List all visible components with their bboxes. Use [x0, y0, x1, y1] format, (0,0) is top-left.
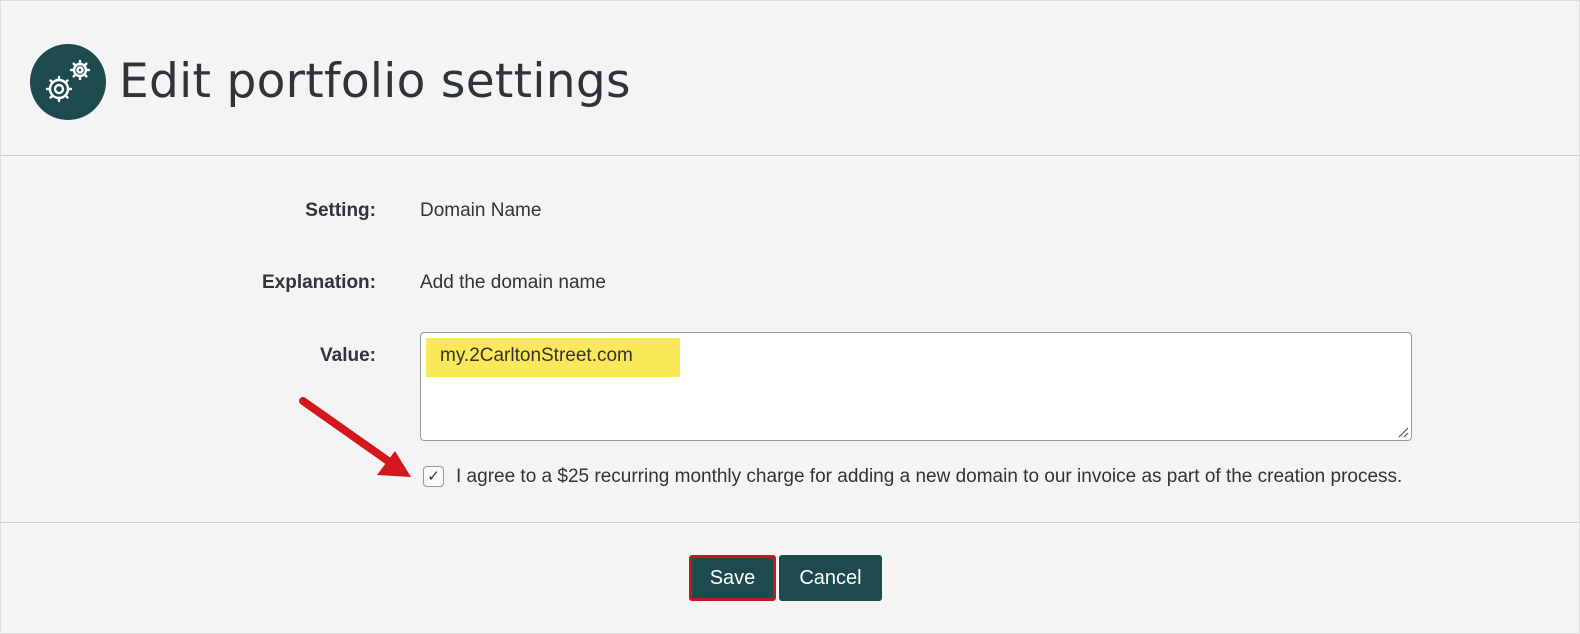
- value-text: my.2CarltonStreet.com: [440, 345, 633, 366]
- setting-value: Domain Name: [420, 200, 542, 221]
- explanation-value: Add the domain name: [420, 272, 606, 293]
- agree-checkbox-label[interactable]: I agree to a $25 recurring monthly charg…: [456, 466, 1402, 488]
- divider: [1, 522, 1579, 523]
- explanation-label: Explanation:: [261, 272, 376, 293]
- resize-handle-icon[interactable]: [1397, 426, 1409, 438]
- agree-checkbox[interactable]: ✓: [423, 466, 444, 487]
- annotation-arrow-icon: [299, 397, 411, 477]
- value-textarea[interactable]: my.2CarltonStreet.com: [420, 332, 1412, 441]
- settings-panel: Edit portfolio settings Setting: Domain …: [0, 0, 1580, 634]
- gears-icon: [30, 44, 106, 120]
- checkmark-icon: ✓: [427, 468, 440, 485]
- value-label: Value:: [320, 345, 376, 366]
- page-title: Edit portfolio settings: [119, 54, 631, 109]
- cancel-button[interactable]: Cancel: [779, 555, 882, 601]
- setting-label: Setting:: [305, 200, 376, 221]
- save-button[interactable]: Save: [689, 555, 776, 601]
- page-header: Edit portfolio settings: [1, 1, 1579, 156]
